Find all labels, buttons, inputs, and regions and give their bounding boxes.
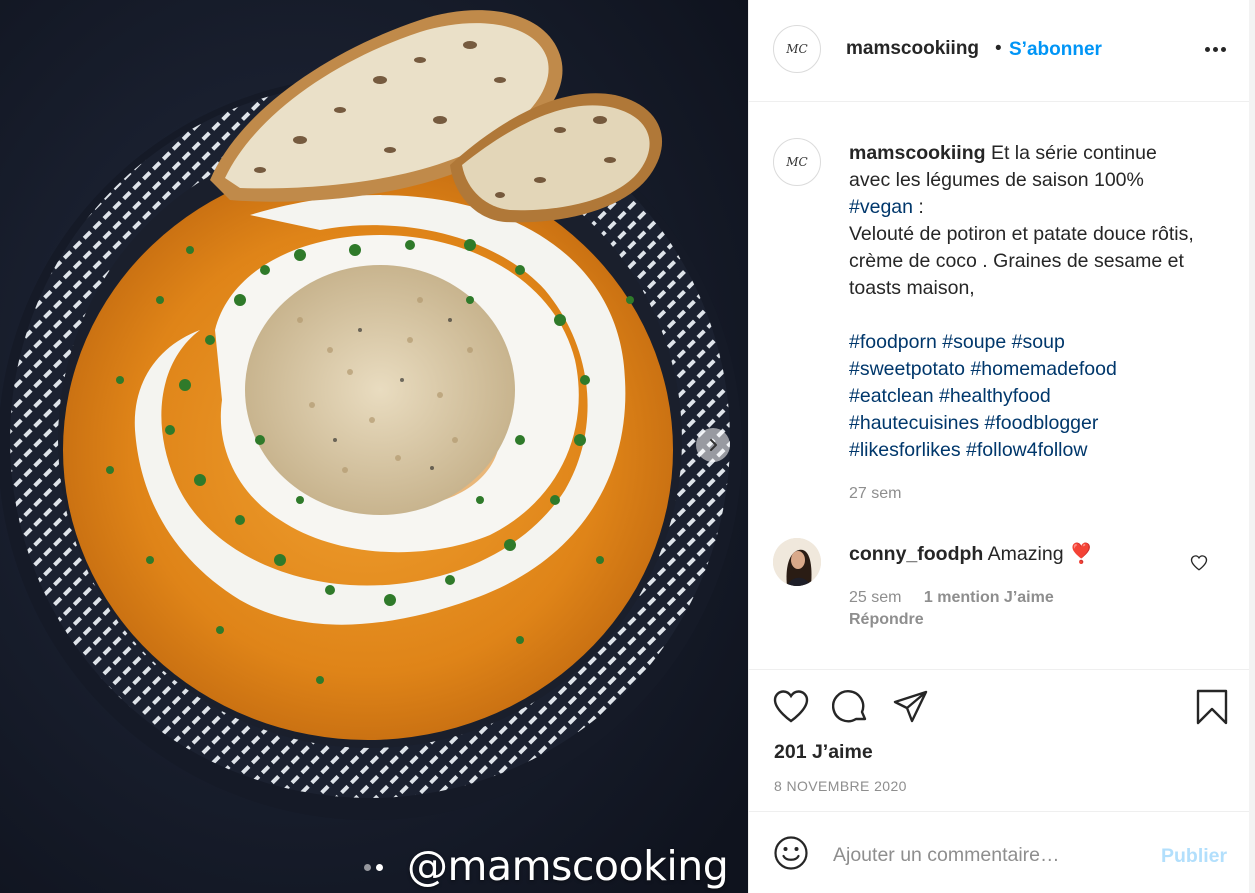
heart-icon[interactable] (772, 688, 810, 726)
post-photo[interactable]: @mamscooking (0, 0, 748, 893)
add-comment-bar: Publier (749, 812, 1249, 893)
comment-timestamp[interactable]: 25 sem (849, 589, 901, 606)
scrollbar-track[interactable] (1249, 0, 1255, 893)
carousel-next-button[interactable] (696, 428, 730, 462)
follow-button[interactable]: S’abonner (1009, 39, 1102, 61)
heart-exclamation-emoji: ❣️ (1068, 543, 1094, 565)
comment-username[interactable]: conny_foodph (849, 543, 983, 565)
chevron-right-icon (710, 439, 717, 451)
commenter-avatar[interactable] (773, 538, 821, 586)
post-actions: 201 J’aime 8 NOVEMBRE 2020 (749, 670, 1249, 812)
comment-icon[interactable] (832, 688, 870, 726)
caption-username[interactable]: mamscookiing (849, 142, 986, 164)
carousel-dot-active (376, 864, 383, 871)
sesame-seeds (245, 265, 515, 515)
more-options-button[interactable] (1202, 36, 1228, 62)
comment-input[interactable] (833, 840, 1143, 870)
photo-watermark: @mamscooking (407, 842, 729, 890)
comment-text: conny_foodph Amazing ❣️ (849, 542, 1093, 566)
caption-text: mamscookiing Et la série continue avec l… (849, 140, 1199, 464)
header-separator: • (995, 38, 1002, 59)
hashtag-link[interactable]: #foodporn (849, 331, 937, 353)
hashtag-link[interactable]: #eatclean (849, 385, 934, 407)
comment-meta: 25 sem 1 mention J’aime (849, 589, 1054, 607)
hashtag-link[interactable]: #follow4follow (966, 439, 1087, 461)
hashtag-link[interactable]: #soupe (942, 331, 1006, 353)
soup-photo-illustration (0, 0, 748, 893)
likes-count[interactable]: 201 J’aime (774, 741, 873, 764)
avatar-monogram: MC (786, 155, 808, 169)
avatar-monogram: MC (786, 42, 808, 56)
comments-section: MC mamscookiing Et la série continue ave… (749, 102, 1249, 670)
hashtag-link[interactable]: #foodblogger (985, 412, 1099, 434)
comment-likes[interactable]: 1 mention J’aime (924, 589, 1054, 606)
comment-body: Amazing (987, 543, 1064, 565)
user-photo-icon (773, 538, 821, 586)
caption-line1-end: : (912, 196, 924, 218)
more-horizontal-icon (1204, 46, 1210, 52)
hashtag-link[interactable]: #healthyfood (939, 385, 1051, 407)
hashtag-link[interactable]: #hautecuisines (849, 412, 979, 434)
post-date[interactable]: 8 NOVEMBRE 2020 (774, 778, 907, 794)
smiley-icon[interactable] (773, 835, 809, 871)
post-side-panel: MC mamscookiing • S’abonner MC mamscooki… (748, 0, 1255, 893)
caption-timestamp[interactable]: 27 sem (849, 485, 901, 503)
hashtag-link[interactable]: #sweetpotato (849, 358, 965, 380)
hashtag-link[interactable]: #soup (1012, 331, 1065, 353)
caption-line2: Velouté de potiron et patate douce rôtis… (849, 223, 1194, 299)
post-header: MC mamscookiing • S’abonner (749, 0, 1249, 102)
hashtag-link[interactable]: #vegan (849, 196, 913, 218)
publish-button[interactable]: Publier (1161, 845, 1227, 868)
bookmark-icon[interactable] (1193, 688, 1231, 726)
carousel-dot (364, 864, 371, 871)
hashtag-link[interactable]: #likesforlikes (849, 439, 961, 461)
send-icon[interactable] (892, 688, 930, 726)
carousel-indicator (364, 864, 383, 871)
header-username[interactable]: mamscookiing (846, 38, 979, 60)
avatar[interactable]: MC (773, 25, 821, 73)
reply-button[interactable]: Répondre (849, 611, 924, 629)
hashtag-link[interactable]: #homemadefood (970, 358, 1116, 380)
caption-avatar[interactable]: MC (773, 138, 821, 186)
heart-outline-icon[interactable] (1190, 554, 1208, 572)
